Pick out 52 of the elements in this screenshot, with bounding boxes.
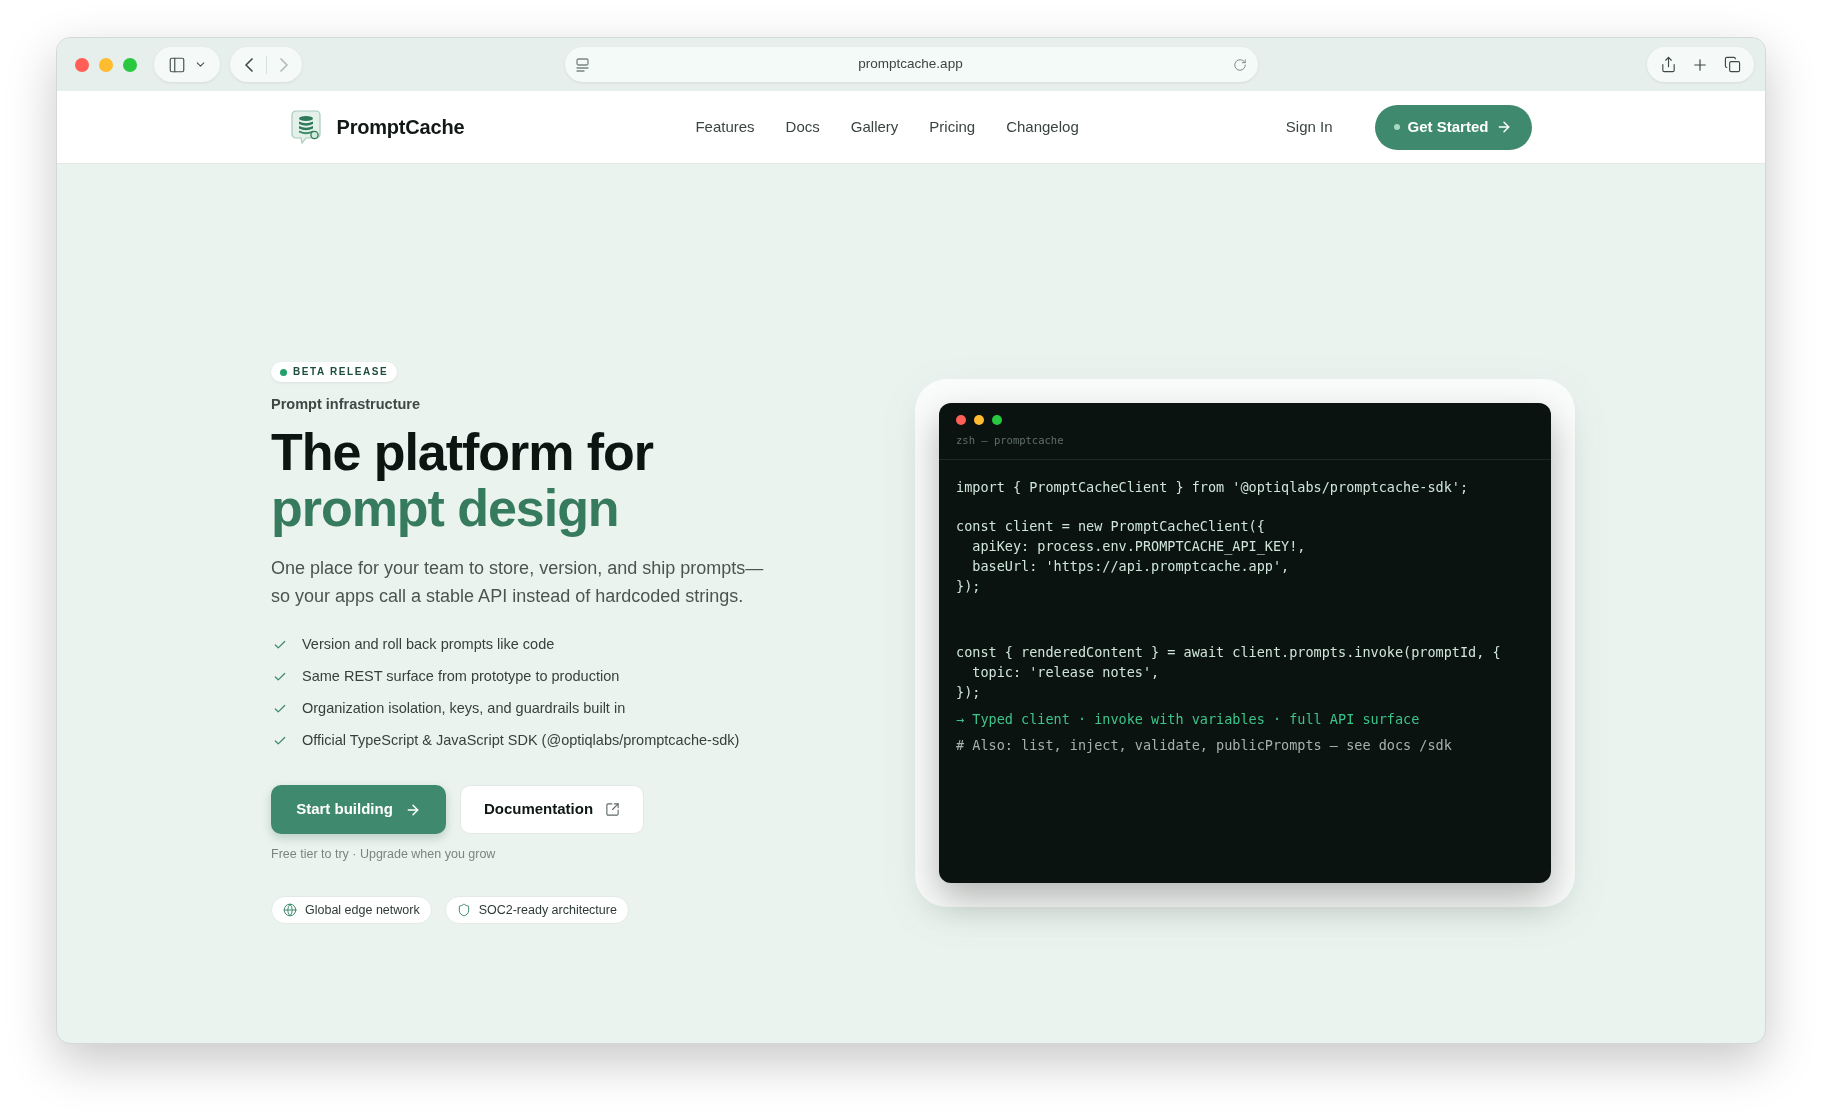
- get-started-button[interactable]: Get Started: [1374, 104, 1532, 150]
- nav-link[interactable]: Features: [695, 115, 755, 139]
- highlight-line: → Typed client · invoke with variables · full API surface: [956, 710, 1420, 729]
- url-text: promptcache.app: [857, 55, 964, 74]
- terminal-title: zsh — promptcache: [956, 433, 1064, 447]
- nav-link[interactable]: Gallery: [850, 115, 899, 139]
- reload-icon[interactable]: [1232, 57, 1247, 72]
- brand-name[interactable]: PromptCache: [336, 112, 465, 142]
- external-link-icon: [605, 802, 621, 817]
- eyebrow-text: Prompt infrastructure: [271, 395, 421, 414]
- logo-icon: [290, 110, 321, 144]
- check-icon: [273, 638, 287, 652]
- tabs-icon: [1723, 56, 1741, 73]
- check-icon: [273, 702, 287, 716]
- nav-link[interactable]: Pricing: [929, 115, 976, 139]
- share-icon: [1660, 56, 1678, 73]
- code-line: topic: 'release notes',: [971, 663, 1160, 682]
- feature-text: Organization isolation, keys, and guardrails built in: [302, 699, 626, 719]
- chip-label: Global edge network: [305, 901, 420, 919]
- code-line: });: [956, 577, 981, 596]
- sign-in-link[interactable]: Sign In: [1285, 115, 1333, 139]
- start-building-button[interactable]: Start building: [271, 785, 446, 834]
- code-line: const { renderedContent } = await client.prompts.invoke(promptId, {: [956, 643, 1501, 662]
- chevron-right-icon: [279, 57, 288, 72]
- feature-text: Version and roll back prompts like code: [302, 635, 555, 655]
- address-bar[interactable]: promptcache.app: [564, 47, 1258, 82]
- comment-line: # Also: list, inject, validate, publicPrompts — see docs /sdk: [956, 736, 1452, 755]
- close-button[interactable]: [75, 57, 89, 72]
- badge-text: BETA RELEASE: [293, 367, 389, 377]
- feature-text: Same REST surface from prototype to production: [302, 667, 620, 687]
- sidebar-icon: [167, 55, 186, 74]
- documentation-button[interactable]: Documentation: [460, 785, 644, 834]
- nav-link[interactable]: Changelog: [1006, 115, 1079, 139]
- code-line: apiKey: process.env.PROMPTCACHE_API_KEY!,: [971, 537, 1306, 556]
- chevron-left-icon: [244, 57, 253, 72]
- shield-icon: [456, 903, 471, 917]
- zoom-button[interactable]: [123, 57, 137, 72]
- hero-description: One place for your team to store, version, and ship prompts—so your apps call a stable API instead of hardcoded strings.: [271, 557, 765, 608]
- code-line: });: [956, 683, 981, 702]
- check-icon: [273, 734, 287, 748]
- sidebar-toggle-button[interactable]: [154, 47, 220, 82]
- chip-label: SOC2-ready architecture: [478, 901, 617, 919]
- code-line: baseUrl: 'https://api.promptcache.app',: [971, 557, 1290, 576]
- code-line: import { PromptCacheClient } from '@optiqlabs/promptcache-sdk';: [956, 478, 1469, 497]
- check-icon: [273, 670, 287, 684]
- globe-icon: [283, 903, 297, 917]
- hero-heading: The platform for prompt design: [271, 424, 654, 536]
- page-icon: [575, 57, 589, 72]
- feature-text: Official TypeScript & JavaScript SDK (@optiqlabs/promptcache-sdk): [302, 731, 740, 751]
- code-line: const client = new PromptCacheClient({: [956, 517, 1265, 536]
- nav-link[interactable]: Docs: [785, 115, 820, 139]
- pricing-note: Free tier to try · Upgrade when you grow: [271, 846, 496, 862]
